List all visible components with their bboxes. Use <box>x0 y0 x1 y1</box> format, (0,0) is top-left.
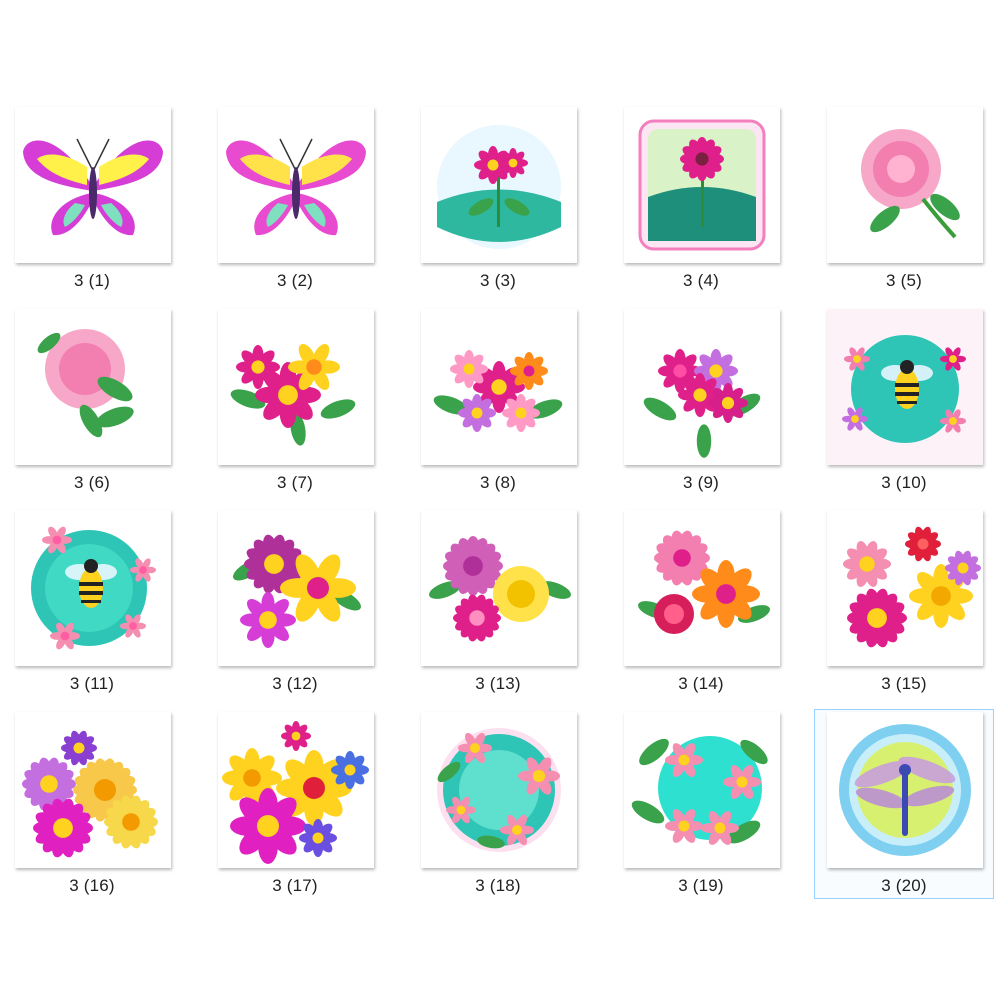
file-item[interactable]: 3 (3) <box>408 104 588 294</box>
file-item[interactable]: 3 (17) <box>205 709 385 899</box>
flower-bouquet-icon <box>218 308 374 465</box>
flower-bouquet-icon <box>421 308 577 465</box>
peony-icon <box>827 107 983 263</box>
file-item[interactable]: 3 (1) <box>2 104 182 294</box>
flower-bouquet-icon <box>218 711 374 868</box>
daisy-bouquet-icon <box>15 711 171 868</box>
file-name-label: 3 (2) <box>277 271 313 290</box>
file-grid: 3 (1) 3 (2) 3 (3) 3 (4) 3 (5) 3 (6) 3 (7… <box>0 0 1000 1000</box>
butterfly-icon <box>218 107 374 263</box>
flower-wreath-icon <box>421 711 577 868</box>
file-item[interactable]: 3 (14) <box>611 507 791 697</box>
file-item[interactable]: 3 (9) <box>611 306 791 496</box>
file-item[interactable]: 3 (5) <box>814 104 994 294</box>
file-item[interactable]: 3 (12) <box>205 507 385 697</box>
dragonfly-icon <box>827 711 983 868</box>
rose-bouquet-icon <box>421 510 577 666</box>
file-name-label: 3 (17) <box>272 875 318 895</box>
file-name-label: 3 (10) <box>881 472 927 492</box>
file-name-label: 3 (8) <box>480 472 516 492</box>
file-item[interactable]: 3 (16) <box>2 709 182 899</box>
file-name-label: 3 (12) <box>272 674 318 693</box>
file-name-label: 3 (5) <box>886 271 922 290</box>
file-name-label: 3 (6) <box>74 472 110 492</box>
file-name-label: 3 (11) <box>69 674 115 693</box>
file-name-label: 3 (9) <box>683 472 719 492</box>
flower-bouquet-icon <box>827 510 983 666</box>
file-item[interactable]: 3 (19) <box>611 709 791 899</box>
file-item[interactable]: 3 (8) <box>408 306 588 496</box>
butterfly-icon <box>15 107 171 263</box>
file-item[interactable]: 3 (10) <box>814 306 994 496</box>
file-name-label: 3 (16) <box>69 875 115 895</box>
flower-bouquet-icon <box>624 308 780 465</box>
file-name-label: 3 (15) <box>881 674 927 693</box>
file-name-label: 3 (13) <box>475 674 521 693</box>
file-item[interactable]: 3 (20) <box>814 708 994 899</box>
file-name-label: 3 (3) <box>480 271 516 290</box>
bee-wreath-icon <box>827 308 983 465</box>
file-name-label: 3 (19) <box>678 875 724 895</box>
single-flower-icon <box>624 107 780 263</box>
file-item[interactable]: 3 (11) <box>2 507 182 697</box>
file-name-label: 3 (14) <box>678 674 724 693</box>
file-name-label: 3 (7) <box>277 472 313 492</box>
file-item[interactable]: 3 (15) <box>814 507 994 697</box>
file-name-label: 3 (4) <box>683 271 719 290</box>
flower-landscape-icon <box>421 107 577 263</box>
file-item[interactable]: 3 (7) <box>205 306 385 496</box>
file-item[interactable]: 3 (6) <box>2 306 182 496</box>
file-item[interactable]: 3 (13) <box>408 507 588 697</box>
flower-bouquet-icon <box>218 510 374 666</box>
file-item[interactable]: 3 (18) <box>408 709 588 899</box>
file-name-label: 3 (20) <box>881 875 927 895</box>
peony-icon <box>15 308 171 465</box>
file-name-label: 3 (18) <box>475 875 521 895</box>
rose-bouquet-icon <box>624 510 780 666</box>
file-name-label: 3 (1) <box>74 271 110 290</box>
flower-wreath-icon <box>624 711 780 868</box>
bee-wreath-icon <box>15 510 171 666</box>
file-item[interactable]: 3 (4) <box>611 104 791 294</box>
file-item[interactable]: 3 (2) <box>205 104 385 294</box>
